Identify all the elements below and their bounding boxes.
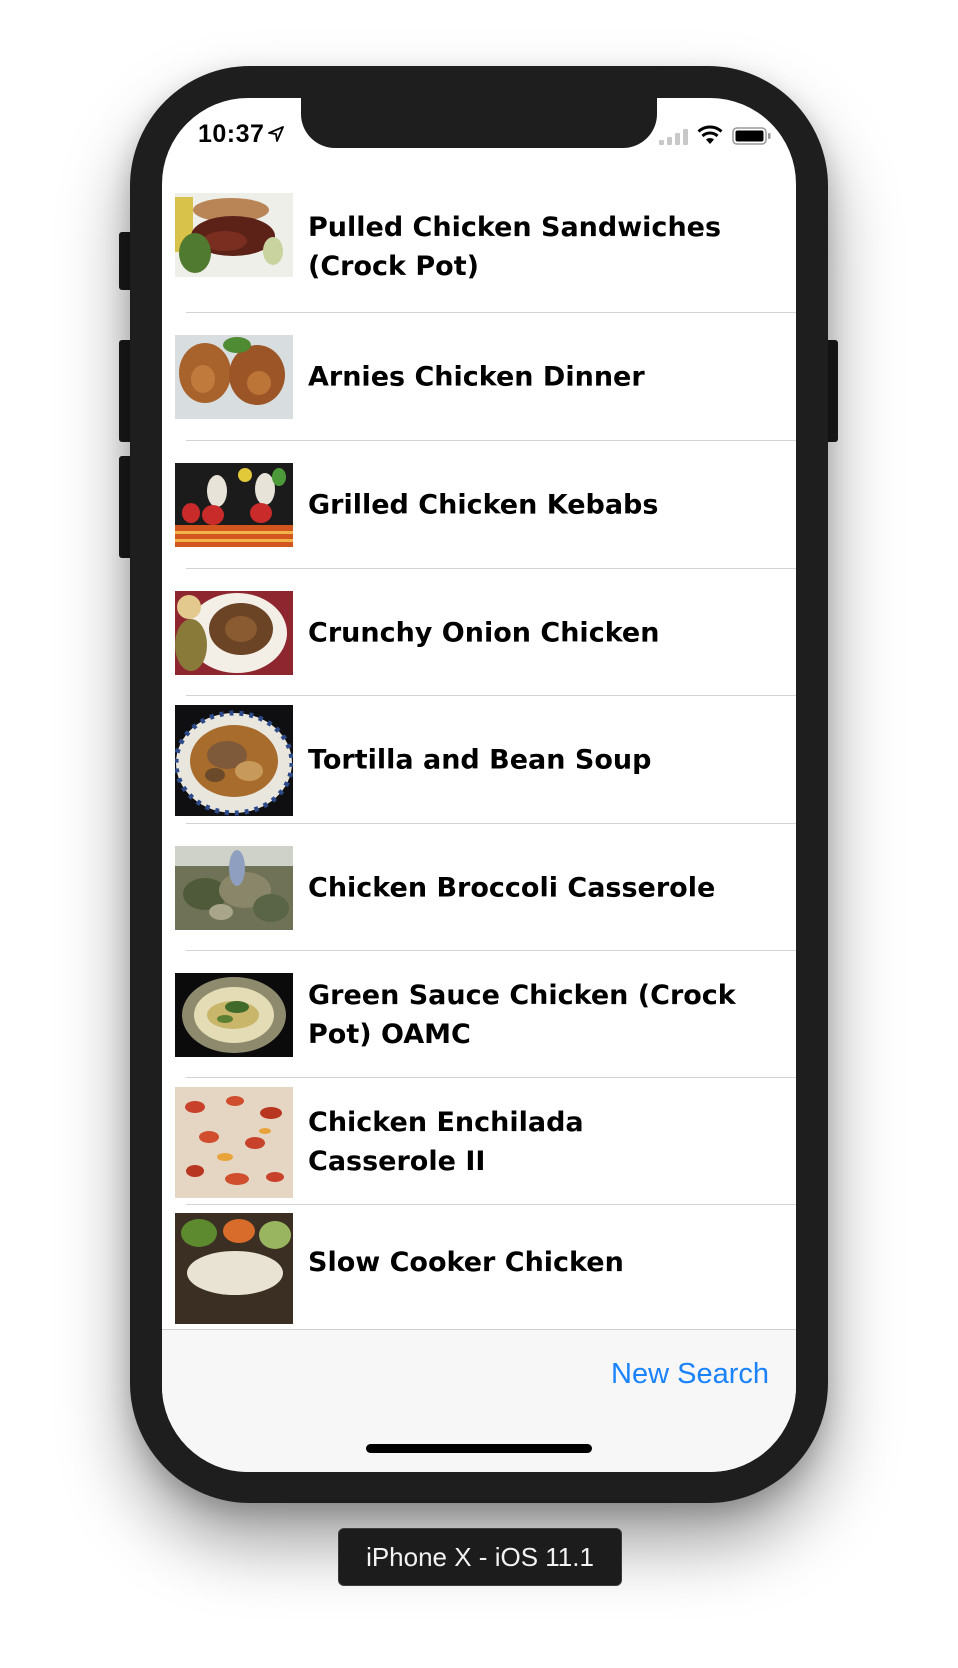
recipe-thumbnail (175, 463, 293, 547)
cellular-signal-icon (659, 129, 688, 145)
device-label: iPhone X - iOS 11.1 (338, 1528, 622, 1586)
recipe-row[interactable]: Tortilla and Bean Soup (162, 696, 796, 824)
recipe-title: Arnies Chicken Dinner (308, 361, 645, 393)
location-arrow-icon (268, 126, 284, 142)
wifi-icon (697, 125, 723, 144)
kebabs-photo-icon (175, 463, 293, 547)
new-search-button[interactable]: New Search (611, 1358, 769, 1391)
phone-screen: 10:37 Pulled Chicken Sandwiches (Crock P… (162, 98, 796, 1472)
recipe-row[interactable]: Grilled Chicken Kebabs (162, 441, 796, 569)
recipe-thumbnail (175, 973, 293, 1057)
recipe-title: Green Sauce Chicken (Crock Pot) OAMC (308, 979, 736, 1050)
casserole-photo-icon (175, 846, 293, 930)
recipe-title: Tortilla and Bean Soup (308, 744, 652, 776)
recipe-thumbnail (175, 1087, 293, 1198)
notch (301, 98, 657, 148)
slow-cooker-photo-icon (175, 1213, 293, 1324)
recipe-title: Pulled Chicken Sandwiches (Crock Pot) (308, 211, 722, 282)
onion-chicken-photo-icon (175, 591, 293, 675)
recipe-row[interactable]: Arnies Chicken Dinner (162, 313, 796, 441)
recipe-list[interactable]: Pulled Chicken Sandwiches (Crock Pot) Ar… (162, 186, 796, 1427)
enchilada-photo-icon (175, 1087, 293, 1198)
green-sauce-photo-icon (175, 973, 293, 1057)
home-indicator[interactable] (366, 1444, 592, 1453)
recipe-row[interactable]: Chicken Enchilada Casserole II (162, 1078, 796, 1205)
recipe-thumbnail (175, 846, 293, 930)
recipe-row[interactable]: Chicken Broccoli Casserole (162, 824, 796, 951)
recipe-thumbnail (175, 705, 293, 816)
recipe-title: Crunchy Onion Chicken (308, 617, 660, 648)
recipe-thumbnail (175, 193, 293, 277)
recipe-row[interactable]: Pulled Chicken Sandwiches (Crock Pot) (162, 186, 796, 313)
recipe-row[interactable]: Crunchy Onion Chicken (162, 569, 796, 696)
recipe-title: Grilled Chicken Kebabs (308, 489, 659, 521)
recipe-row[interactable]: Slow Cooker Chicken (162, 1205, 796, 1332)
recipe-title: Chicken Enchilada Casserole II (308, 1106, 584, 1177)
simulator-stage: 10:37 Pulled Chicken Sandwiches (Crock P… (0, 0, 958, 1668)
recipe-thumbnail (175, 591, 293, 675)
recipe-thumbnail (175, 1213, 293, 1324)
battery-icon (732, 127, 771, 145)
status-time: 10:37 (198, 120, 265, 148)
recipe-title: Slow Cooker Chicken (308, 1247, 624, 1278)
recipe-title: Chicken Broccoli Casserole (308, 872, 716, 903)
soup-photo-icon (175, 705, 293, 816)
pulled-chicken-photo-icon (175, 193, 293, 277)
recipe-row[interactable]: Green Sauce Chicken (Crock Pot) OAMC (162, 951, 796, 1078)
bottom-toolbar: New Search (162, 1329, 796, 1472)
recipe-thumbnail (175, 335, 293, 419)
fried-chicken-photo-icon (175, 335, 293, 419)
